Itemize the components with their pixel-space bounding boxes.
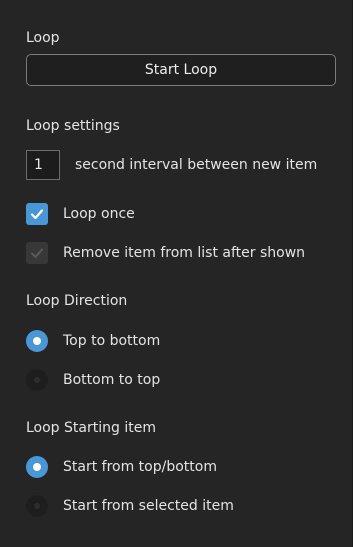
checkmark-icon xyxy=(26,203,48,225)
loop-once-label: Loop once xyxy=(63,206,135,222)
start-loop-button[interactable]: Start Loop xyxy=(26,54,336,86)
radio-start-from-top-bottom-label: Start from top/bottom xyxy=(63,459,217,475)
loop-settings-label: Loop settings xyxy=(26,118,120,134)
interval-label: second interval between new item xyxy=(75,157,318,173)
radio-start-from-top-bottom[interactable]: Start from top/bottom xyxy=(26,456,217,478)
loop-panel: Loop Start Loop Loop settings second int… xyxy=(0,0,353,547)
loop-starting-item-label: Loop Starting item xyxy=(26,420,156,436)
remove-item-label: Remove item from list after shown xyxy=(63,245,306,261)
checkmark-icon xyxy=(26,242,48,264)
radio-bottom-to-top[interactable]: Bottom to top xyxy=(26,369,160,391)
radio-start-from-selected-item[interactable]: Start from selected item xyxy=(26,495,234,517)
radio-top-to-bottom-label: Top to bottom xyxy=(63,333,161,349)
interval-row: second interval between new item xyxy=(26,150,317,180)
loop-direction-label: Loop Direction xyxy=(26,293,128,309)
remove-item-checkbox[interactable]: Remove item from list after shown xyxy=(26,242,305,264)
radio-bottom-to-top-label: Bottom to top xyxy=(63,372,161,388)
interval-input[interactable] xyxy=(26,150,60,180)
loop-once-checkbox[interactable]: Loop once xyxy=(26,203,135,225)
radio-selected-icon xyxy=(26,456,48,478)
loop-section-label: Loop xyxy=(26,30,60,46)
radio-selected-icon xyxy=(26,330,48,352)
radio-unselected-icon xyxy=(26,495,48,517)
radio-top-to-bottom[interactable]: Top to bottom xyxy=(26,330,160,352)
radio-start-from-selected-item-label: Start from selected item xyxy=(63,498,234,514)
radio-unselected-icon xyxy=(26,369,48,391)
